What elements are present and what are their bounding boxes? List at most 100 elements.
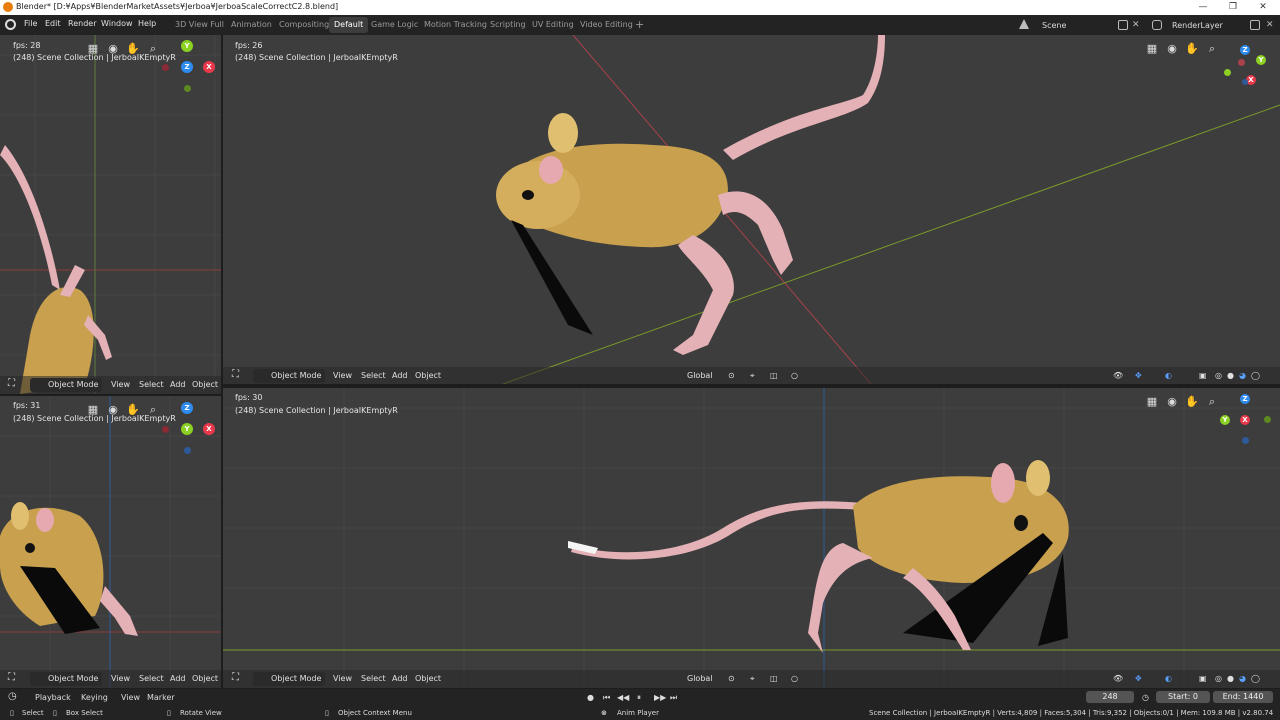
menu-view[interactable]: View [111, 380, 130, 389]
shading-material-icon[interactable]: ◕ [1239, 371, 1246, 380]
jump-start-icon[interactable]: ⏮ [603, 693, 610, 703]
menu-object[interactable]: Object [415, 674, 441, 683]
gizmo-toggle-icon[interactable]: ✥ [1135, 371, 1142, 380]
menu-add[interactable]: Add [392, 371, 408, 380]
tab-video-editing[interactable]: Video Editing [575, 17, 638, 33]
tab-animation[interactable]: Animation [226, 17, 277, 33]
axis-neg-x-gizmo[interactable] [162, 426, 169, 433]
tab-default[interactable]: Default [329, 17, 369, 33]
end-frame-field[interactable]: End: 1440 [1213, 691, 1273, 703]
viewport-bottom-right[interactable]: fps: 30 (248) Scene Collection | JerboaI… [223, 388, 1280, 688]
grid-toggle-icon[interactable]: ▦ [86, 403, 100, 417]
timeline-editor-icon[interactable]: ◷ [8, 691, 17, 702]
preview-range-icon[interactable]: ◷ [1142, 693, 1149, 702]
camera-icon[interactable]: ◉ [106, 403, 120, 417]
menu-help[interactable]: Help [138, 19, 156, 28]
axis-z-gizmo[interactable]: Z [181, 61, 193, 73]
zoom-icon[interactable]: ⌕ [146, 42, 160, 56]
menu-add[interactable]: Add [170, 674, 186, 683]
shading-wireframe-icon[interactable]: ◎ [1215, 371, 1222, 380]
menu-keying[interactable]: Keying [81, 693, 108, 702]
editor-type-icon[interactable]: ⛶ [8, 672, 15, 683]
axis-neg-x-gizmo[interactable] [1238, 59, 1245, 66]
overlay-toggle-icon[interactable]: ◐ [1165, 371, 1172, 380]
camera-icon[interactable]: ◉ [106, 42, 120, 56]
restore-button[interactable]: ❐ [1220, 0, 1246, 15]
view-layer-selector[interactable]: RenderLayer [1150, 17, 1248, 33]
snap-target-icon[interactable]: ◫ [770, 371, 778, 380]
menu-select[interactable]: Select [361, 371, 386, 380]
menu-view[interactable]: View [121, 693, 140, 702]
editor-type-icon[interactable]: ⛶ [8, 378, 15, 389]
axis-neg-y-gizmo[interactable] [184, 85, 191, 92]
pan-hand-icon[interactable]: ✋ [1185, 395, 1199, 409]
proportional-edit-icon[interactable]: ○ [791, 674, 798, 683]
jump-end-icon[interactable]: ⏭ [670, 693, 677, 703]
object-mode-dropdown[interactable]: Object Mode [253, 672, 326, 686]
minimize-button[interactable]: — [1190, 0, 1216, 15]
start-frame-field[interactable]: Start: 0 [1156, 691, 1210, 703]
menu-file[interactable]: File [24, 19, 37, 28]
tab-uv-editing[interactable]: UV Editing [527, 17, 579, 33]
pan-hand-icon[interactable]: ✋ [126, 42, 140, 56]
shading-wireframe-icon[interactable]: ◎ [1215, 674, 1222, 683]
axis-neg-y-gizmo[interactable] [1224, 69, 1231, 76]
visibility-icon[interactable]: 👁 [1113, 674, 1123, 683]
transform-orientation-dropdown[interactable]: Global [669, 369, 717, 383]
xray-toggle-icon[interactable]: ▣ [1199, 674, 1207, 683]
menu-marker[interactable]: Marker [147, 693, 175, 702]
delete-view-layer-icon[interactable]: ✕ [1266, 20, 1276, 30]
viewport-bottom-left[interactable]: fps: 31 (248) Scene Collection | JerboaI… [0, 396, 221, 688]
axis-neg-z-gizmo[interactable] [1242, 437, 1249, 444]
menu-window[interactable]: Window [101, 19, 133, 28]
object-mode-dropdown[interactable]: Object Mode [30, 672, 103, 686]
axis-neg-y-gizmo[interactable] [1264, 416, 1271, 423]
menu-object[interactable]: Object [192, 380, 218, 389]
zoom-icon[interactable]: ⌕ [146, 403, 160, 417]
editor-type-icon[interactable]: ⛶ [232, 369, 239, 380]
tab-scripting[interactable]: Scripting [485, 17, 531, 33]
menu-add[interactable]: Add [392, 674, 408, 683]
menu-select[interactable]: Select [139, 674, 164, 683]
axis-z-gizmo[interactable]: Z [1240, 45, 1250, 55]
tab-compositing[interactable]: Compositing [274, 17, 334, 33]
pan-hand-icon[interactable]: ✋ [126, 403, 140, 417]
menu-object[interactable]: Object [415, 371, 441, 380]
xray-toggle-icon[interactable]: ▣ [1199, 371, 1207, 380]
viewport-top-left[interactable]: fps: 28 (248) Scene Collection | JerboaI… [0, 35, 221, 394]
snap-icon[interactable]: ⌖ [750, 674, 755, 684]
axis-x-gizmo[interactable]: X [203, 61, 215, 73]
grid-toggle-icon[interactable]: ▦ [1145, 42, 1159, 56]
pivot-icon[interactable]: ⊙ [728, 371, 735, 380]
shading-solid-icon[interactable]: ● [1227, 674, 1234, 683]
shading-solid-icon[interactable]: ● [1227, 371, 1234, 380]
new-scene-icon[interactable] [1118, 20, 1128, 30]
menu-view[interactable]: View [333, 371, 352, 380]
record-icon[interactable]: ● [587, 693, 594, 702]
current-frame-field[interactable]: 248 [1086, 691, 1134, 703]
shading-rendered-icon[interactable]: ◯ [1251, 371, 1260, 380]
object-mode-dropdown[interactable]: Object Mode [30, 378, 103, 392]
menu-select[interactable]: Select [361, 674, 386, 683]
keyframe-prev-icon[interactable]: ◀◀ [617, 693, 629, 702]
gizmo-toggle-icon[interactable]: ✥ [1135, 674, 1142, 683]
axis-y-gizmo[interactable]: Y [1220, 415, 1230, 425]
axis-z-gizmo[interactable]: Z [181, 402, 193, 414]
grid-toggle-icon[interactable]: ▦ [1145, 395, 1159, 409]
pause-icon[interactable]: ⏸ [637, 693, 641, 703]
cancel-x-icon[interactable]: ⊗ [601, 709, 607, 717]
menu-playback[interactable]: Playback [35, 693, 71, 702]
camera-icon[interactable]: ◉ [1165, 395, 1179, 409]
axis-x-gizmo[interactable]: X [203, 423, 215, 435]
tab-3d-view-full[interactable]: 3D View Full [170, 17, 229, 33]
close-button[interactable]: ✕ [1250, 0, 1276, 15]
axis-z-gizmo[interactable]: Z [1240, 394, 1250, 404]
axis-x-gizmo[interactable]: X [1240, 415, 1250, 425]
proportional-edit-icon[interactable]: ○ [791, 371, 798, 380]
keyframe-next-icon[interactable]: ▶▶ [654, 693, 666, 702]
pivot-icon[interactable]: ⊙ [728, 674, 735, 683]
menu-view[interactable]: View [111, 674, 130, 683]
add-workspace-button[interactable]: + [630, 17, 649, 33]
viewport-top-right[interactable]: fps: 26 (248) Scene Collection | JerboaI… [223, 35, 1280, 384]
delete-scene-icon[interactable]: ✕ [1132, 20, 1142, 30]
